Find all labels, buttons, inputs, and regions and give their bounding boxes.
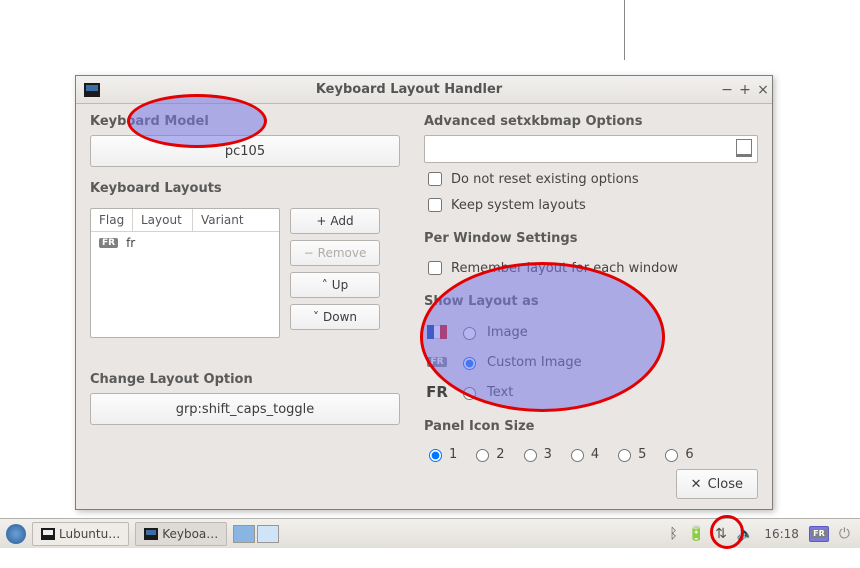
col-flag[interactable]: Flag	[91, 209, 133, 231]
radio-image[interactable]	[463, 327, 476, 340]
chevron-down-icon: ˅	[313, 310, 319, 324]
close-button[interactable]: ✕ Close	[676, 469, 758, 499]
keyboard-layouts-box: Flag Layout Variant FR fr +Add −Remove ˄…	[90, 208, 400, 338]
remove-button: −Remove	[290, 240, 380, 266]
app-icon	[84, 83, 100, 97]
dialog-content: Keyboard Model pc105 Keyboard Layouts Fl…	[76, 104, 772, 474]
keepsystem-row[interactable]: Keep system layouts	[424, 195, 758, 215]
keyboard-layout-dialog: Keyboard Layout Handler − + × Keyboard M…	[75, 75, 773, 510]
col-layout[interactable]: Layout	[133, 209, 193, 231]
layout-flag-badge: FR	[99, 238, 118, 248]
remember-checkbox[interactable]	[428, 261, 442, 275]
donotreset-label: Do not reset existing options	[451, 172, 639, 187]
layouts-tree[interactable]: Flag Layout Variant FR fr	[90, 208, 280, 338]
minus-icon: −	[304, 246, 314, 260]
radio-image-label: Image	[487, 325, 528, 340]
window-icon	[144, 528, 158, 540]
text-sample-icon: FR	[426, 383, 448, 401]
keyboard-indicator[interactable]: FR	[809, 526, 829, 542]
radio-text[interactable]	[463, 387, 476, 400]
keyboard-model-label: Keyboard Model	[90, 114, 400, 129]
network-icon[interactable]: ⇅	[715, 526, 727, 542]
keyboard-model-button[interactable]: pc105	[90, 135, 400, 167]
titlebar[interactable]: Keyboard Layout Handler − + ×	[76, 76, 772, 104]
radio-custom[interactable]	[463, 357, 476, 370]
system-tray: ᛒ 🔋 ⇅ 🔈 16:18 FR ⏻	[669, 526, 860, 542]
showlayout-label: Show Layout as	[424, 294, 758, 309]
size-5[interactable]: 5	[613, 446, 646, 462]
minimize-button[interactable]: −	[718, 82, 736, 98]
remember-row[interactable]: Remember layout for each window	[424, 258, 758, 278]
radio-text-row[interactable]: FR Text	[424, 381, 758, 403]
layout-side-buttons: +Add −Remove ˄Up ˅Down	[290, 208, 380, 338]
size-3[interactable]: 3	[519, 446, 552, 462]
start-menu-icon[interactable]	[6, 524, 26, 544]
window-title: Keyboard Layout Handler	[100, 82, 718, 97]
down-button[interactable]: ˅Down	[290, 304, 380, 330]
advanced-options-input[interactable]	[424, 135, 758, 163]
keyboard-layouts-label: Keyboard Layouts	[90, 181, 400, 196]
dialog-footer: ✕ Close	[676, 469, 758, 499]
left-column: Keyboard Model pc105 Keyboard Layouts Fl…	[90, 112, 400, 474]
radio-image-row[interactable]: Image	[424, 321, 758, 343]
panel-icon-size-label: Panel Icon Size	[424, 419, 758, 434]
workspace-switcher[interactable]	[233, 525, 279, 543]
power-icon[interactable]: ⏻	[839, 526, 850, 542]
keepsystem-checkbox[interactable]	[428, 198, 442, 212]
window-icon	[41, 528, 55, 540]
taskbar: Lubuntu… Keyboa… ᛒ 🔋 ⇅ 🔈 16:18 FR ⏻	[0, 518, 860, 548]
workspace-2[interactable]	[257, 525, 279, 543]
chevron-up-icon: ˄	[322, 278, 328, 292]
taskbar-item-keyboard[interactable]: Keyboa…	[135, 522, 227, 546]
bluetooth-icon[interactable]: ᛒ	[669, 526, 677, 542]
panel-icon-size-row: 1 2 3 4 5 6	[424, 446, 758, 462]
donotreset-row[interactable]: Do not reset existing options	[424, 169, 758, 189]
plus-icon: +	[316, 214, 326, 228]
up-button[interactable]: ˄Up	[290, 272, 380, 298]
size-1[interactable]: 1	[424, 446, 457, 462]
add-button[interactable]: +Add	[290, 208, 380, 234]
clock[interactable]: 16:18	[764, 527, 799, 541]
advanced-options-label: Advanced setxkbmap Options	[424, 114, 758, 129]
battery-icon[interactable]: 🔋	[688, 526, 705, 542]
right-column: Advanced setxkbmap Options Do not reset …	[424, 112, 758, 474]
advanced-options-picker-icon[interactable]	[736, 139, 752, 157]
col-variant[interactable]: Variant	[193, 209, 279, 231]
layout-name: fr	[126, 236, 135, 250]
keepsystem-label: Keep system layouts	[451, 198, 586, 213]
volume-icon[interactable]: 🔈	[737, 526, 754, 542]
radio-custom-label: Custom Image	[487, 355, 582, 370]
size-6[interactable]: 6	[660, 446, 693, 462]
size-2[interactable]: 2	[471, 446, 504, 462]
taskbar-item-label: Keyboa…	[162, 527, 218, 541]
workspace-1[interactable]	[233, 525, 255, 543]
radio-custom-row[interactable]: FR Custom Image	[424, 351, 758, 373]
change-layout-option-value: grp:shift_caps_toggle	[176, 402, 315, 417]
change-layout-option-label: Change Layout Option	[90, 372, 400, 387]
layouts-tree-header: Flag Layout Variant	[91, 209, 279, 232]
maximize-button[interactable]: +	[736, 82, 754, 98]
keyboard-model-value: pc105	[225, 144, 265, 159]
radio-text-label: Text	[487, 385, 513, 400]
table-row[interactable]: FR fr	[91, 232, 279, 254]
close-window-button[interactable]: ×	[754, 82, 772, 98]
close-label: Close	[708, 477, 743, 492]
keyboard-indicator-badge: FR	[811, 529, 827, 538]
close-icon: ✕	[691, 477, 702, 492]
page-divider	[624, 0, 625, 60]
france-flag-icon	[427, 325, 447, 339]
remember-label: Remember layout for each window	[451, 261, 678, 276]
perwindow-label: Per Window Settings	[424, 231, 758, 246]
donotreset-checkbox[interactable]	[428, 172, 442, 186]
advanced-input-wrap	[424, 135, 758, 163]
taskbar-item-label: Lubuntu…	[59, 527, 120, 541]
custom-image-badge: FR	[427, 357, 446, 367]
change-layout-option-button[interactable]: grp:shift_caps_toggle	[90, 393, 400, 425]
taskbar-item-lubuntu[interactable]: Lubuntu…	[32, 522, 129, 546]
size-4[interactable]: 4	[566, 446, 599, 462]
